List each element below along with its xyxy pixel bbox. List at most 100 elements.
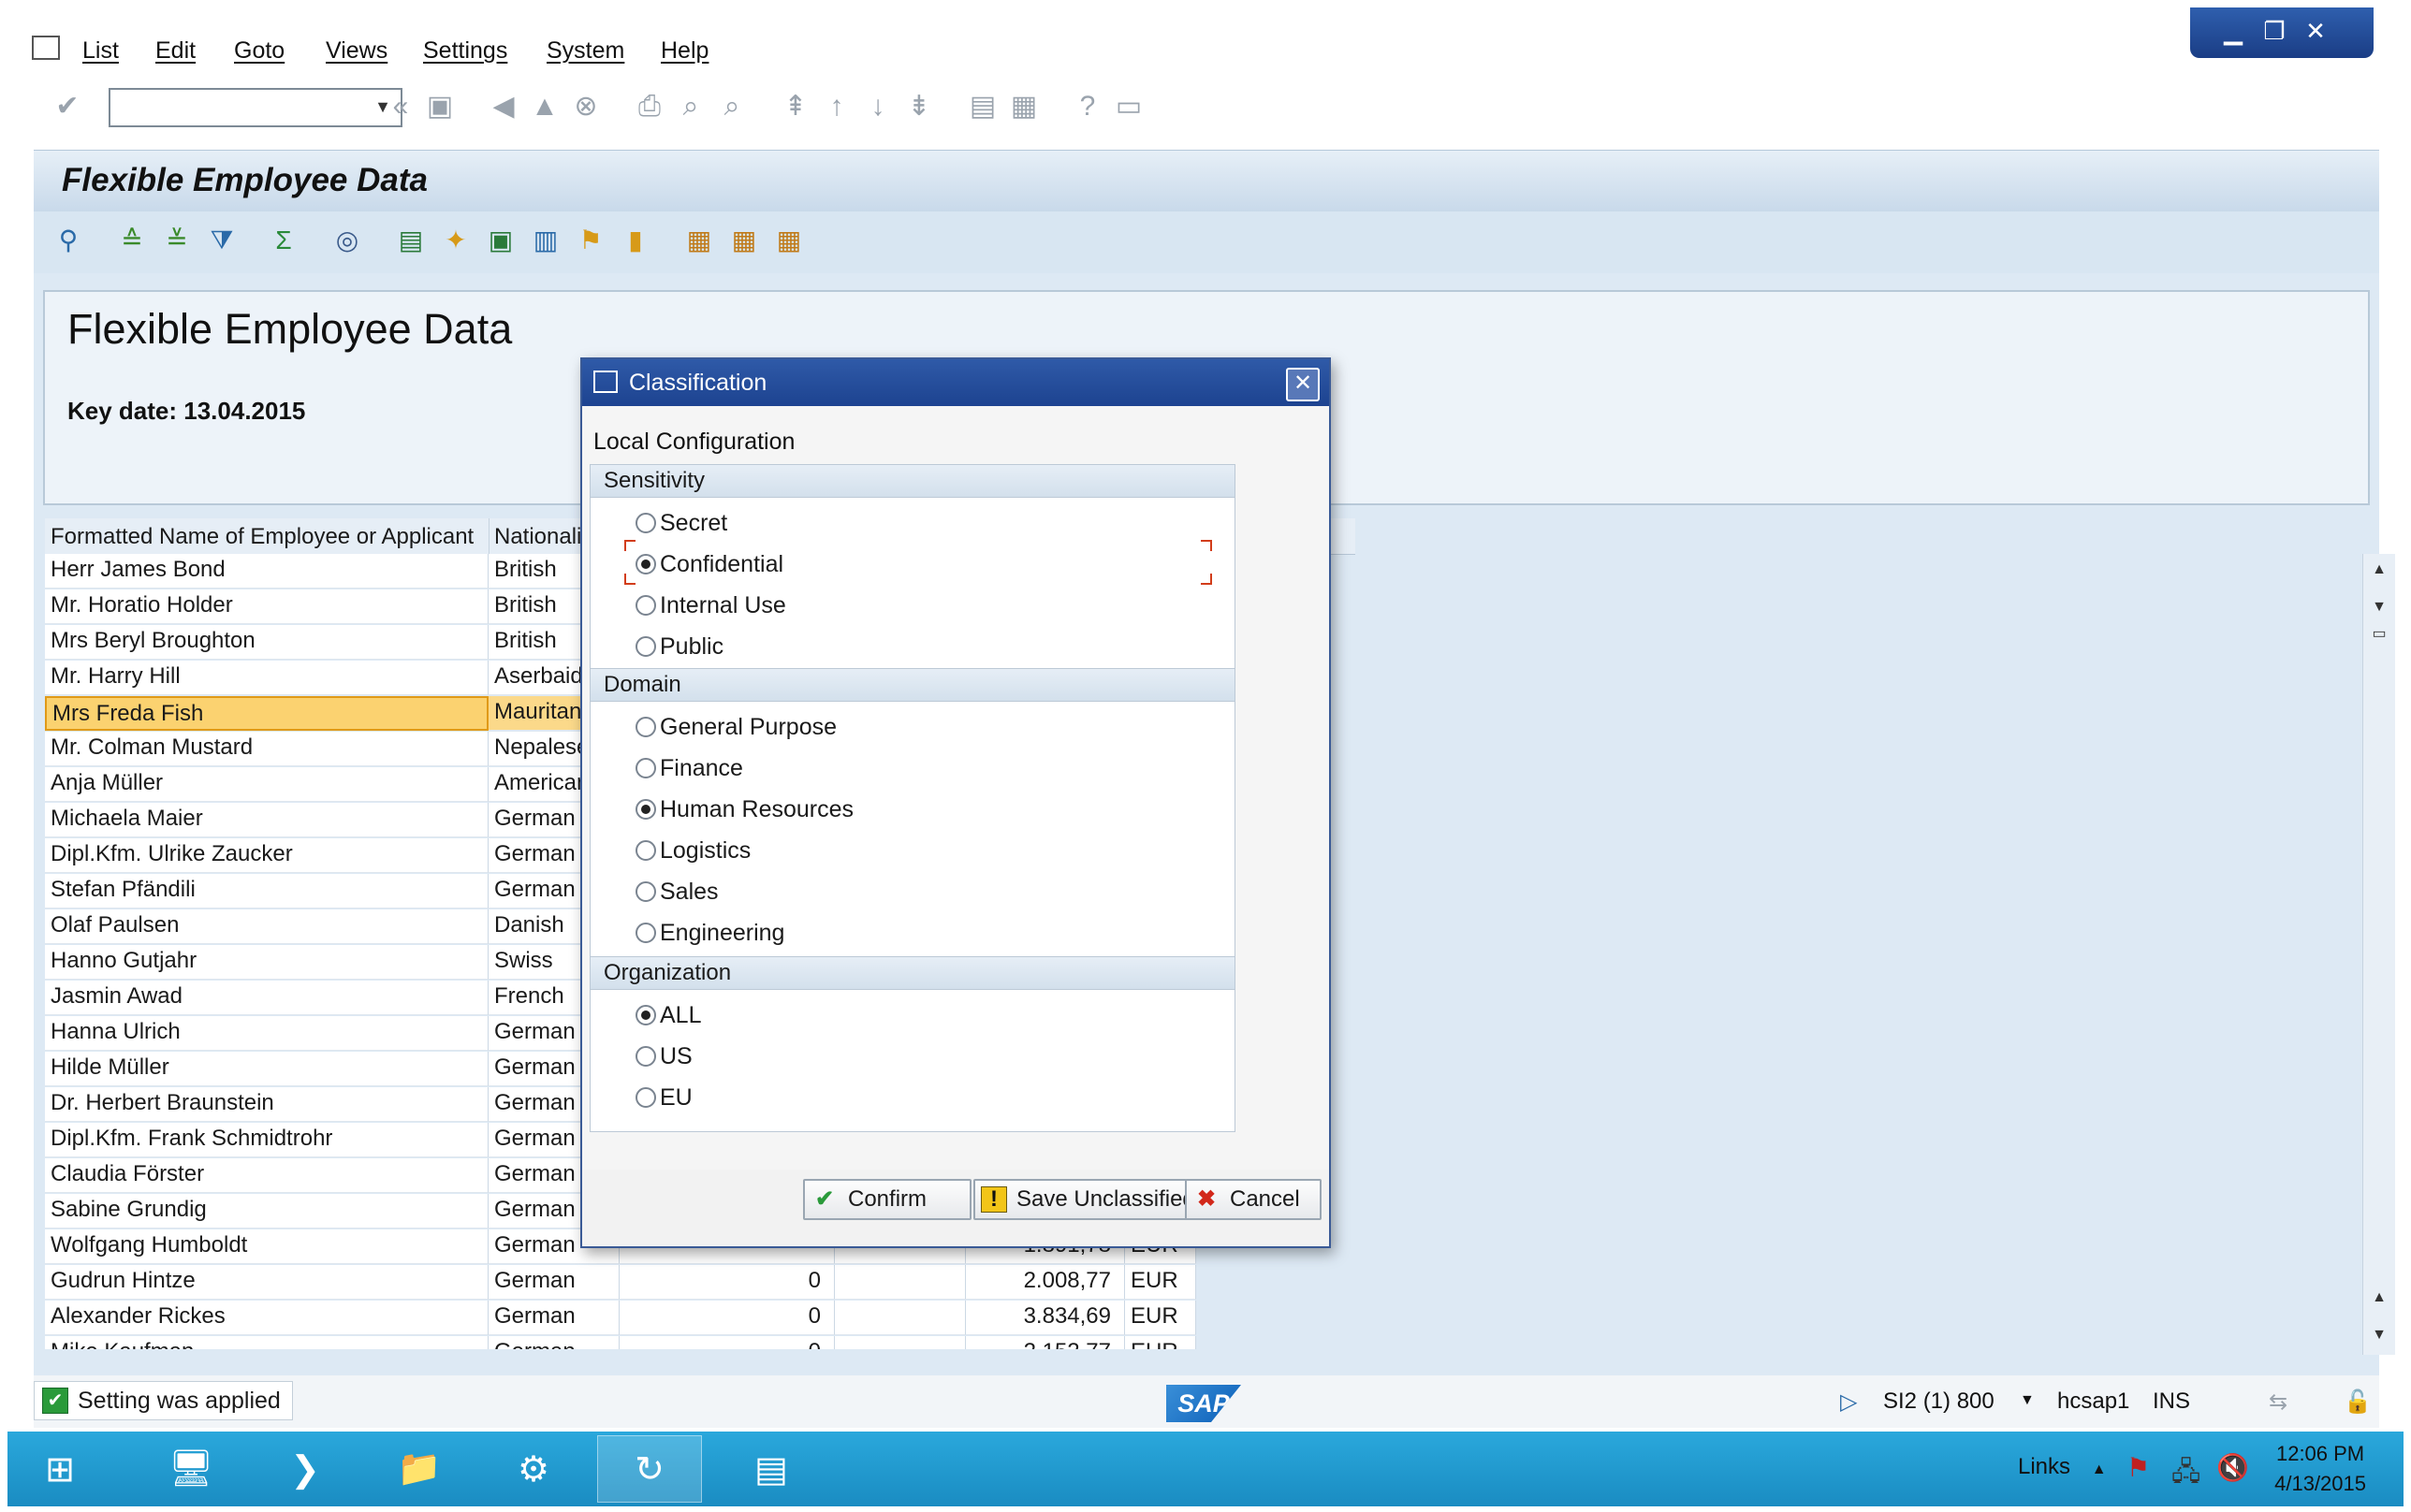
cell-name[interactable]: Claudia Förster (45, 1158, 489, 1193)
scroll-down-icon[interactable]: ▼ (2363, 591, 2395, 623)
print-icon[interactable]: ⎙ (635, 92, 665, 122)
radio-button-icon[interactable] (636, 1005, 656, 1025)
status-message[interactable]: ✔ Setting was applied (34, 1381, 293, 1420)
help-icon[interactable]: ? (1073, 92, 1103, 122)
command-field[interactable]: ▼ (109, 88, 402, 127)
network-icon[interactable]: 🖧 (2171, 1452, 2200, 1497)
save-unclassified-button[interactable]: ! Save Unclassified (973, 1179, 1204, 1220)
change-layout-icon[interactable]: ▦ (683, 225, 715, 256)
menu-list[interactable]: List (82, 37, 119, 65)
cell-empty[interactable] (835, 1265, 966, 1300)
sap-logon-icon[interactable]: ↻ (597, 1435, 702, 1503)
cell-name[interactable]: Alexander Rickes (45, 1301, 489, 1335)
transfer-icon[interactable]: ⇆ (2269, 1388, 2287, 1416)
confirm-button[interactable]: ✔ Confirm (803, 1179, 972, 1220)
file-explorer-icon[interactable]: 📁 (367, 1435, 472, 1503)
sum-icon[interactable]: Σ (268, 225, 300, 256)
cancel-icon[interactable]: ⊗ (571, 92, 601, 122)
radio-button-icon[interactable] (636, 636, 656, 657)
radio-button-icon[interactable] (636, 554, 656, 574)
cell-nationality[interactable]: German (489, 1336, 620, 1349)
radio-public[interactable]: Public (636, 632, 723, 662)
menu-settings[interactable]: Settings (423, 37, 507, 65)
cell-name[interactable]: Hilde Müller (45, 1052, 489, 1086)
radio-secret[interactable]: Secret (636, 508, 727, 538)
scroll-up-icon[interactable]: ▲ (2363, 554, 2395, 586)
select-layout-icon[interactable]: ▦ (728, 225, 760, 256)
cell-name[interactable]: Herr James Bond (45, 554, 489, 589)
new-session-icon[interactable]: ▤ (968, 92, 998, 122)
system-dropdown-icon[interactable]: ▼ (2020, 1392, 2035, 1409)
vertical-scrollbar[interactable]: ▲ ▼ ▭ ▲ ▼ (2362, 554, 2395, 1355)
column-header-name[interactable]: Formatted Name of Employee or Applicant (45, 518, 490, 554)
radio-human-resources[interactable]: Human Resources (636, 794, 854, 824)
radio-button-icon[interactable] (636, 799, 656, 820)
cell-amount[interactable]: 2.152,77 (966, 1336, 1125, 1349)
components-icon[interactable]: ⚙ (481, 1435, 586, 1503)
column-header-nationality[interactable]: Nationality (489, 518, 589, 554)
cell-name[interactable]: Mr. Harry Hill (45, 661, 489, 695)
table-row[interactable]: Mike KaufmanGerman0 2.152,77EUR (45, 1336, 1196, 1349)
cell-empty[interactable] (835, 1336, 966, 1349)
previous-page-icon[interactable]: ↑ (822, 92, 852, 122)
cell-name[interactable]: Mrs Freda Fish (45, 696, 489, 731)
cell-currency[interactable]: EUR (1125, 1301, 1196, 1335)
cell-name[interactable]: Wolfgang Humboldt (45, 1229, 489, 1264)
scroll-page-up-icon[interactable]: ▲ (2363, 1282, 2395, 1314)
first-page-icon[interactable]: ⇞ (781, 92, 811, 122)
table-row[interactable]: Gudrun Hintze German 0 2.008,77 EUR (45, 1265, 1196, 1300)
cell-currency[interactable]: EUR (1125, 1336, 1196, 1349)
export-icon[interactable]: ▤ (395, 225, 427, 256)
menu-views[interactable]: Views (326, 37, 387, 65)
chart-icon[interactable]: ▮ (620, 225, 651, 256)
sort-ascending-icon[interactable]: ≙ (116, 225, 148, 256)
radio-internal-use[interactable]: Internal Use (636, 590, 786, 620)
radio-us[interactable]: US (636, 1041, 693, 1071)
menu-system[interactable]: System (547, 37, 624, 65)
cancel-button[interactable]: ✖ Cancel (1185, 1179, 1322, 1220)
cell-name[interactable]: Dr. Herbert Braunstein (45, 1087, 489, 1122)
menu-edit[interactable]: Edit (155, 37, 196, 65)
system-menu-icon[interactable] (32, 36, 60, 60)
enter-check-icon[interactable]: ✔ (52, 92, 82, 122)
next-page-icon[interactable]: ↓ (863, 92, 893, 122)
shortcut-icon[interactable]: ▦ (1009, 92, 1039, 122)
find-icon[interactable]: ⌕ (676, 92, 706, 122)
cell-name[interactable]: Mrs Beryl Broughton (45, 625, 489, 660)
cell-name[interactable]: Anja Müller (45, 767, 489, 802)
taskbar-clock[interactable]: 12:06 PM 4/13/2015 (2274, 1439, 2366, 1499)
cell-name[interactable]: Olaf Paulsen (45, 909, 489, 944)
radio-button-icon[interactable] (636, 717, 656, 737)
layout-menu-icon[interactable]: ▭ (1114, 92, 1144, 122)
scroll-page-down-icon[interactable]: ▼ (2363, 1319, 2395, 1351)
action-center-flag-icon[interactable]: ⚑ (2126, 1452, 2150, 1483)
details-icon[interactable]: ⚲ (52, 225, 84, 256)
cell-nationality[interactable]: German (489, 1301, 620, 1335)
table-row[interactable]: Alexander Rickes German 0 3.834,69 EUR (45, 1301, 1196, 1335)
insert-mode[interactable]: INS (2153, 1388, 2190, 1415)
cell-amount[interactable]: 3.834,69 (966, 1301, 1125, 1335)
radio-button-icon[interactable] (636, 758, 656, 778)
chevron-up-icon[interactable]: ▲ (2092, 1461, 2107, 1477)
collapse-icon[interactable]: « (386, 92, 416, 122)
radio-general-purpose[interactable]: General Purpose (636, 712, 837, 742)
cell-amount[interactable]: 2.008,77 (966, 1265, 1125, 1300)
cell-nationality[interactable]: German (489, 1265, 620, 1300)
abc-analysis-icon[interactable]: ⚑ (575, 225, 606, 256)
last-page-icon[interactable]: ⇟ (904, 92, 934, 122)
links-toolbar[interactable]: Links ▲ (2018, 1454, 2107, 1480)
radio-button-icon[interactable] (636, 1046, 656, 1067)
cell-name[interactable]: Dipl.Kfm. Frank Schmidtrohr (45, 1123, 489, 1157)
cell-name[interactable]: Mr. Horatio Holder (45, 589, 489, 624)
cell-name[interactable]: Jasmin Awad (45, 981, 489, 1015)
send-icon[interactable]: ✦ (440, 225, 472, 256)
cell-name[interactable]: Gudrun Hintze (45, 1265, 489, 1300)
exit-icon[interactable]: ▲ (530, 92, 560, 122)
cell-count[interactable]: 0 (620, 1301, 835, 1335)
menu-help[interactable]: Help (661, 37, 709, 65)
cell-empty[interactable] (835, 1301, 966, 1335)
cell-name[interactable]: Sabine Grundig (45, 1194, 489, 1228)
radio-button-icon[interactable] (636, 595, 656, 616)
radio-confidential[interactable]: Confidential (636, 549, 783, 579)
cell-name[interactable]: Dipl.Kfm. Ulrike Zaucker (45, 838, 489, 873)
